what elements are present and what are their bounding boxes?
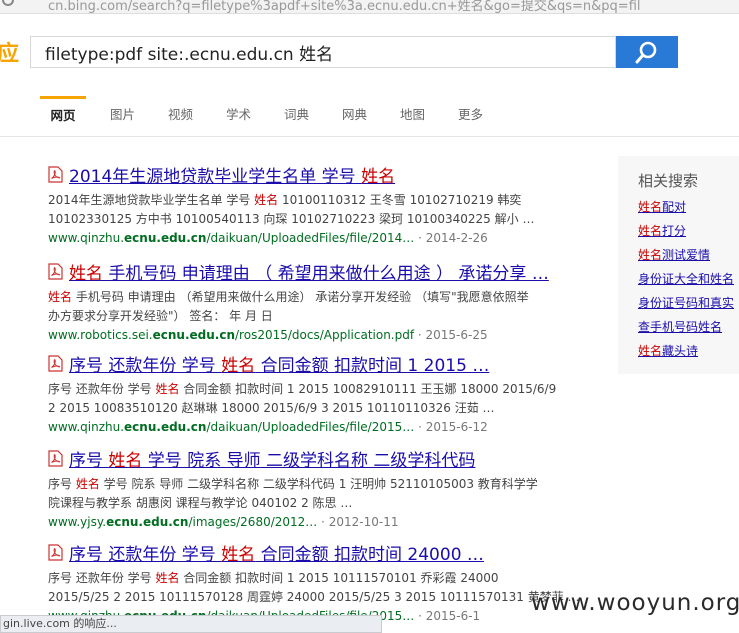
result-title-link[interactable]: 序号 姓名 学号 院系 导师 二级学科名称 二级学科代码 (69, 446, 475, 471)
result-title-link[interactable]: 序号 还款年份 学号 姓名 合同金额 扣款时间 1 2015 … (69, 351, 489, 376)
tab-maps[interactable]: 地图 (400, 96, 425, 126)
result-title-link[interactable]: 姓名 手机号码 申请理由 （ 希望用来做什么用途 ） 承诺分享 … (69, 259, 549, 284)
result-title-link[interactable]: 序号 还款年份 学号 姓名 合同金额 扣款时间 24000 … (69, 540, 484, 565)
result-snippet: 2014年生源地贷款毕业学生名单 学号 姓名 10100110312 王冬雪 1… (48, 193, 535, 226)
search-box[interactable] (30, 36, 616, 68)
result-item: 序号 姓名 学号 院系 导师 二级学科名称 二级学科代码 序号 姓名 学号 院系… (48, 446, 623, 531)
related-searches-panel: 相关搜索 姓名配对 姓名打分 姓名测试爱情 身份证大全和姓名 身份证号码和真实 … (618, 156, 739, 374)
result-url: www.robotics.sei.ecnu.edu.cn/ros2015/doc… (48, 328, 488, 342)
watermark: www.wooyun.org (531, 590, 739, 616)
related-searches-heading: 相关搜索 (638, 172, 699, 190)
related-search-link[interactable]: 查手机号码姓名 (638, 318, 722, 335)
result-snippet: 序号 还款年份 学号 姓名 合同金额 扣款时间 1 2015 100829101… (48, 382, 557, 415)
result-item: 姓名 手机号码 申请理由 （ 希望用来做什么用途 ） 承诺分享 … 姓名 手机号… (48, 259, 623, 344)
related-search-link[interactable]: 身份证大全和姓名 (638, 270, 734, 287)
result-item: 序号 还款年份 学号 姓名 合同金额 扣款时间 1 2015 … 序号 还款年份… (48, 351, 623, 436)
bing-logo-fragment[interactable]: 应 (0, 36, 19, 68)
tab-academic[interactable]: 学术 (226, 96, 251, 126)
pdf-icon (48, 263, 63, 280)
tabs-divider (0, 136, 739, 137)
related-search-link[interactable]: 姓名打分 (638, 222, 686, 239)
tab-web[interactable]: 网页 (40, 96, 86, 126)
result-snippet: 姓名 手机号码 申请理由 （希望用来做什么用途） 承诺分享开发经验 （填写"我愿… (48, 290, 529, 323)
search-icon (635, 41, 657, 64)
browser-status-bar: gin.live.com 的响应... (0, 615, 382, 633)
globe-icon (2, 0, 14, 6)
pdf-icon (48, 544, 63, 561)
search-input[interactable] (31, 37, 615, 67)
related-search-link[interactable]: 姓名配对 (638, 198, 686, 215)
pdf-icon (48, 450, 63, 467)
tab-more[interactable]: 更多 (458, 96, 483, 126)
tab-images[interactable]: 图片 (110, 96, 135, 126)
result-item: 2014年生源地贷款毕业学生名单 学号 姓名 2014年生源地贷款毕业学生名单 … (48, 162, 623, 247)
address-url[interactable]: cn.bing.com/search?q=filetype%3apdf+site… (48, 0, 641, 13)
tab-videos[interactable]: 视频 (168, 96, 193, 126)
result-url: www.yjsy.ecnu.edu.cn/images/2680/2012… ·… (48, 515, 399, 529)
result-title-link[interactable]: 2014年生源地贷款毕业学生名单 学号 姓名 (69, 162, 395, 187)
result-snippet: 序号 姓名 学号 院系 导师 二级学科名称 二级学科代码 1 汪明帅 52110… (48, 477, 538, 510)
search-button[interactable] (616, 36, 678, 68)
related-search-link[interactable]: 姓名藏头诗 (638, 342, 698, 359)
browser-address-bar[interactable]: cn.bing.com/search?q=filetype%3apdf+site… (0, 0, 739, 14)
related-search-link[interactable]: 身份证号码和真实 (638, 294, 734, 311)
tab-webdict[interactable]: 网典 (342, 96, 367, 126)
result-url: www.qinzhu.ecnu.edu.cn/daikuan/UploadedF… (48, 420, 488, 434)
result-url: www.qinzhu.ecnu.edu.cn/daikuan/UploadedF… (48, 231, 488, 245)
tab-dictionary[interactable]: 词典 (284, 96, 309, 126)
pdf-icon (48, 166, 63, 183)
related-search-link[interactable]: 姓名测试爱情 (638, 246, 710, 263)
pdf-icon (48, 355, 63, 372)
